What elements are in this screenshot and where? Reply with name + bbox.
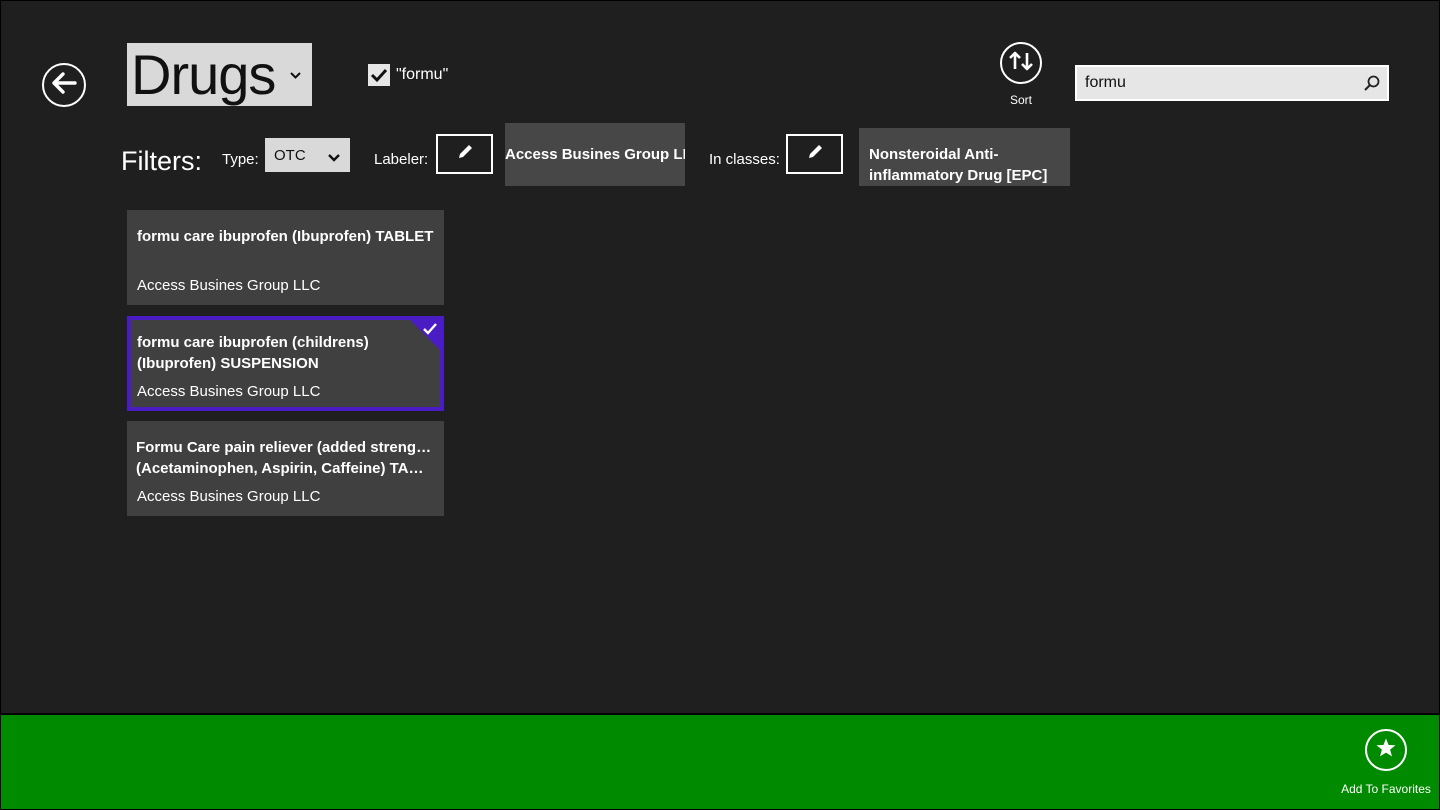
classes-chip[interactable]: Nonsteroidal Anti-inflammatory Drug [EPC… — [859, 128, 1070, 186]
result-title: formu care ibuprofen (Ibuprofen) TABLET — [137, 228, 434, 245]
result-title: formu care ibuprofen (childrens) (Ibupro… — [137, 332, 430, 374]
result-title-line: Formu Care pain reliever (added strength… — [136, 439, 434, 456]
result-title: Formu Care pain reliever (added strength… — [136, 437, 434, 479]
favorites-control: Add To Favorites — [1338, 729, 1434, 796]
app-bar: Add To Favorites — [1, 715, 1439, 809]
sort-icon — [1007, 50, 1035, 77]
add-to-favorites-button[interactable] — [1365, 729, 1407, 771]
type-label: Type: — [222, 151, 259, 168]
classes-label: In classes: — [709, 151, 780, 168]
back-arrow-icon — [51, 71, 77, 100]
category-dropdown[interactable]: Drugs — [127, 43, 312, 106]
sort-button[interactable] — [1000, 42, 1042, 84]
search-icon[interactable] — [1357, 68, 1387, 98]
sort-control: Sort — [997, 42, 1045, 107]
add-to-favorites-label: Add To Favorites — [1341, 782, 1431, 796]
page-title: Drugs — [131, 43, 276, 106]
edit-classes-button[interactable] — [786, 134, 843, 174]
result-tile[interactable]: Formu Care pain reliever (added strength… — [127, 421, 444, 516]
result-tile-selected[interactable]: formu care ibuprofen (childrens) (Ibupro… — [127, 316, 444, 411]
labeler-label: Labeler: — [374, 151, 429, 168]
result-tile[interactable]: formu care ibuprofen (Ibuprofen) TABLET … — [127, 210, 444, 305]
sort-label: Sort — [1009, 93, 1032, 107]
result-title-line: (Ibuprofen) SUSPENSION — [137, 355, 319, 372]
pencil-icon — [455, 142, 475, 167]
search-input[interactable] — [1077, 67, 1357, 99]
type-select-value: OTC — [274, 146, 306, 164]
labeler-chip[interactable]: Access Busines Group LLC — [505, 123, 685, 186]
back-button[interactable] — [42, 63, 86, 107]
query-filter-checkbox[interactable]: "formu" — [368, 64, 448, 86]
checkmark-icon — [423, 322, 437, 340]
search-box — [1075, 65, 1389, 101]
result-title-line: (Acetaminophen, Aspirin, Caffeine) TABLE… — [136, 460, 434, 477]
filters-heading: Filters: — [121, 146, 202, 176]
result-labeler: Access Busines Group LLC — [137, 488, 321, 505]
pencil-icon — [805, 142, 825, 167]
edit-labeler-button[interactable] — [436, 134, 493, 174]
query-filter-label: "formu" — [396, 66, 449, 83]
chevron-down-icon — [327, 150, 341, 167]
result-title-line: formu care ibuprofen (childrens) — [137, 334, 369, 351]
result-labeler: Access Busines Group LLC — [137, 383, 321, 400]
main-page: Drugs "formu" Sort Filters: Type: OT — [1, 1, 1439, 713]
chevron-down-icon — [289, 67, 302, 85]
star-icon — [1375, 737, 1397, 764]
type-select[interactable]: OTC — [265, 138, 350, 172]
checkbox-box[interactable] — [368, 64, 390, 86]
checkmark-icon — [370, 68, 388, 83]
result-labeler: Access Busines Group LLC — [137, 277, 321, 294]
